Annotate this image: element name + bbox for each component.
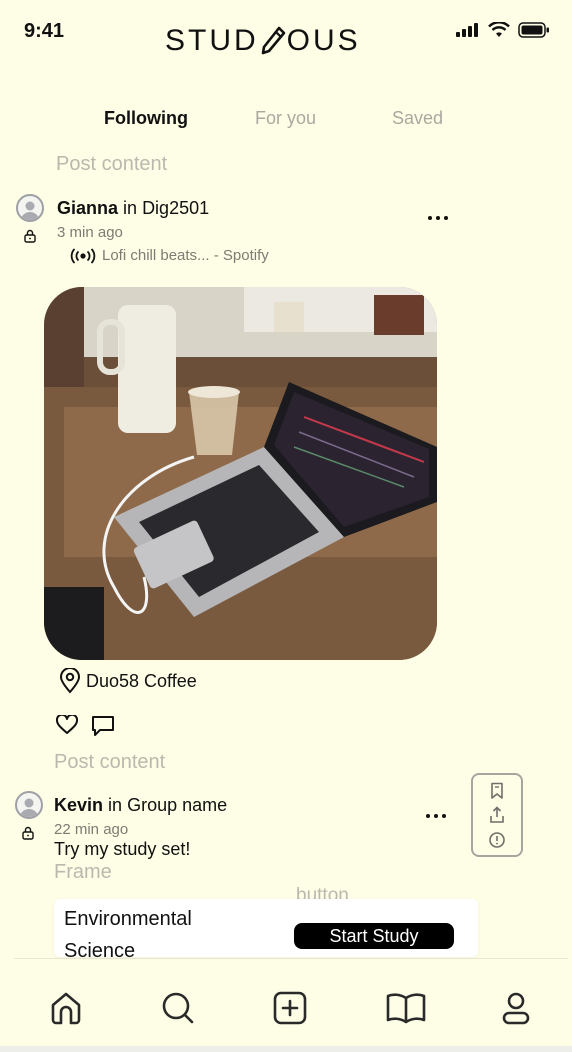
frame-label: Frame (54, 861, 112, 883)
status-icons (456, 22, 550, 38)
status-time: 9:41 (24, 20, 65, 42)
battery-icon (518, 22, 549, 38)
comment-icon[interactable] (91, 715, 115, 737)
photo-illustration (44, 287, 437, 660)
profile-icon (502, 992, 530, 1025)
location-tag[interactable]: Duo58 Coffee (58, 668, 197, 694)
music-status[interactable]: Lofi chill beats... - Spotify (70, 247, 269, 264)
signal-icon (456, 23, 478, 37)
post-section-label: Post content (56, 153, 168, 175)
nav-search[interactable] (158, 988, 198, 1028)
app-logo: STUD OUS (165, 24, 361, 58)
logo-text-right: OUS (286, 24, 361, 57)
in-word: in (123, 198, 138, 218)
group-name[interactable]: Dig2501 (142, 198, 209, 218)
person-icon (20, 798, 38, 817)
start-study-button[interactable]: Start Study (294, 923, 454, 949)
more-options-icon-2[interactable] (426, 814, 446, 818)
feed-tabs: Following For you Saved (0, 108, 572, 136)
share-icon[interactable] (488, 806, 506, 824)
add-icon (273, 991, 307, 1025)
book-icon (386, 993, 426, 1024)
music-label: Lofi chill beats... - Spotify (102, 247, 269, 264)
heart-icon[interactable] (56, 715, 78, 735)
nav-create[interactable] (270, 988, 310, 1028)
author-name[interactable]: Gianna (57, 198, 118, 218)
logo-text-left: STUD (165, 24, 259, 57)
lock-icon (22, 826, 34, 840)
broadcast-icon (70, 247, 96, 264)
in-word-2: in (108, 795, 123, 815)
tab-for-you[interactable]: For you (255, 108, 316, 129)
author-name-2[interactable]: Kevin (54, 795, 103, 815)
home-icon (51, 992, 81, 1025)
home-indicator-bar (0, 1046, 572, 1052)
post-time: 3 min ago (57, 224, 123, 241)
post-text: Try my study set! (54, 839, 191, 859)
bookmark-icon[interactable] (489, 782, 505, 800)
bottom-nav-divider (14, 958, 568, 959)
tab-saved[interactable]: Saved (392, 108, 443, 129)
more-options-icon[interactable] (428, 216, 448, 220)
post-time-2: 22 min ago (54, 821, 129, 838)
avatar[interactable] (16, 194, 44, 222)
location-pin-icon (59, 668, 81, 694)
nav-home[interactable] (46, 988, 86, 1028)
person-icon (21, 201, 39, 220)
nav-profile[interactable] (496, 988, 536, 1028)
search-icon (162, 992, 194, 1024)
post-author-line-2: Kevin in Group name (54, 795, 227, 816)
group-name-2[interactable]: Group name (127, 795, 227, 815)
tab-following[interactable]: Following (104, 108, 188, 129)
wifi-icon (488, 22, 510, 37)
nav-library[interactable] (386, 988, 426, 1028)
post-author-line: Gianna in Dig2501 (57, 198, 209, 219)
study-set-card[interactable]: Environmental Science Start Study (54, 899, 478, 962)
post-photo[interactable] (44, 287, 437, 660)
report-icon[interactable] (488, 831, 506, 849)
post-section-label-2: Post content (54, 751, 166, 773)
pencil-icon (261, 26, 285, 55)
lock-icon (24, 229, 36, 243)
location-label: Duo58 Coffee (86, 670, 197, 691)
avatar-2[interactable] (15, 791, 43, 819)
post-action-panel (471, 773, 523, 857)
